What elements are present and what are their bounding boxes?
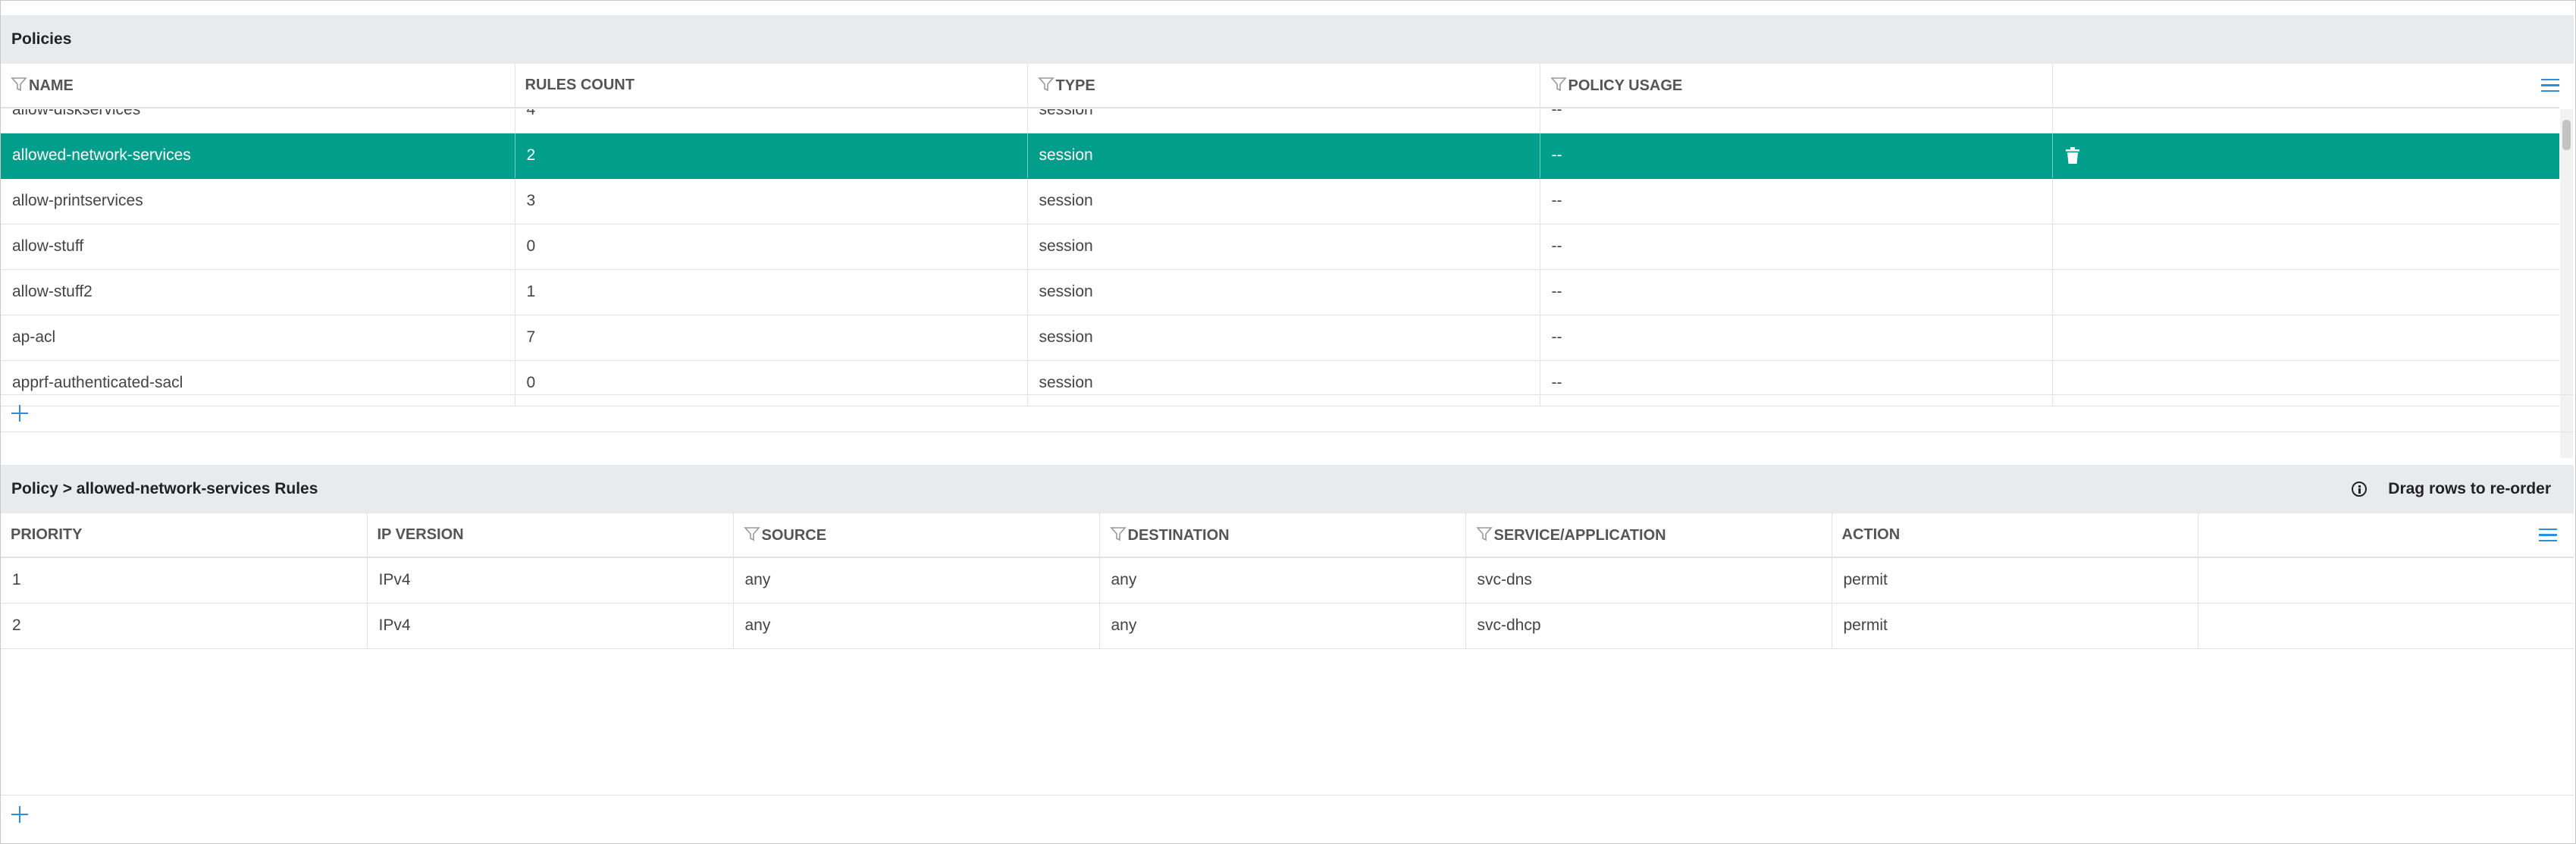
policies-panel-header: Policies bbox=[1, 15, 2574, 64]
row-actions-cell bbox=[2052, 178, 2559, 224]
rules-table-area: PRIORITY IP VERSION SOURCE DESTINATION S… bbox=[1, 513, 2574, 649]
policy-usage-cell: -- bbox=[1540, 224, 2053, 270]
rule-destination-cell: any bbox=[1099, 603, 1466, 649]
policies-table-body: allow-diskservices 4 session -- allowed-netw… bbox=[1, 109, 2559, 406]
filter-icon[interactable] bbox=[1109, 526, 1127, 542]
rules-count-cell: 7 bbox=[515, 315, 1028, 361]
rules-count-cell: 0 bbox=[515, 224, 1028, 270]
policy-type-cell: session bbox=[1027, 315, 1540, 361]
policy-type-cell: session bbox=[1027, 224, 1540, 270]
column-menu-icon[interactable] bbox=[2541, 78, 2559, 93]
column-header-destination[interactable]: DESTINATION bbox=[1099, 513, 1466, 558]
row-actions-cell bbox=[2052, 269, 2559, 315]
policy-row[interactable]: allow-printservices 3 session -- bbox=[1, 178, 2559, 224]
column-header-service-application[interactable]: SERVICE/APPLICATION bbox=[1465, 513, 1832, 558]
column-header-policy-usage[interactable]: POLICY USAGE bbox=[1540, 64, 2053, 108]
column-header-name[interactable]: NAME bbox=[1, 64, 516, 108]
policy-row[interactable]: allow-stuff 0 session -- bbox=[1, 224, 2559, 270]
rule-priority-cell: 2 bbox=[1, 603, 368, 649]
policy-usage-cell: -- bbox=[1540, 269, 2053, 315]
policy-row[interactable]: ap-acl 7 session -- bbox=[1, 315, 2559, 361]
rule-action-cell: permit bbox=[1832, 603, 2198, 649]
plus-icon[interactable] bbox=[11, 405, 28, 422]
reorder-hint-text: Drag rows to re-order bbox=[2388, 480, 2551, 497]
row-actions-cell bbox=[2052, 224, 2559, 270]
row-actions-cell bbox=[2052, 315, 2559, 361]
row-actions-cell bbox=[2052, 133, 2559, 179]
column-header-source[interactable]: SOURCE bbox=[733, 513, 1100, 558]
rule-source-cell: any bbox=[733, 603, 1100, 649]
column-menu-icon[interactable] bbox=[2539, 528, 2557, 542]
rule-action-cell: permit bbox=[1832, 557, 2198, 604]
reorder-hint: Drag rows to re-order bbox=[2352, 480, 2551, 498]
policy-name-cell: allow-printservices bbox=[1, 178, 516, 224]
policy-type-cell: session bbox=[1027, 109, 1540, 133]
rules-count-cell: 1 bbox=[515, 269, 1028, 315]
rules-count-cell: 4 bbox=[515, 109, 1028, 133]
rule-destination-cell: any bbox=[1099, 557, 1466, 604]
column-header-priority[interactable]: PRIORITY bbox=[1, 513, 368, 558]
policy-usage-cell: -- bbox=[1540, 109, 2053, 133]
rule-ip-version-cell: IPv4 bbox=[367, 603, 734, 649]
rule-priority-cell: 1 bbox=[1, 557, 368, 604]
filter-icon[interactable] bbox=[743, 526, 760, 542]
rule-service-cell: svc-dhcp bbox=[1465, 603, 1832, 649]
policy-name-cell: allowed-network-services bbox=[1, 133, 516, 179]
rules-title: Policy > allowed-network-services Rules bbox=[11, 480, 318, 497]
add-rule-row bbox=[1, 795, 2574, 833]
rule-extra-cell bbox=[2198, 603, 2574, 649]
rule-row[interactable]: 2 IPv4 any any svc-dhcp permit bbox=[1, 603, 2574, 649]
policy-name-cell: ap-acl bbox=[1, 315, 516, 361]
rule-row[interactable]: 1 IPv4 any any svc-dns permit bbox=[1, 557, 2574, 604]
rules-table: PRIORITY IP VERSION SOURCE DESTINATION S… bbox=[1, 513, 2574, 649]
policy-type-cell: session bbox=[1027, 178, 1540, 224]
policy-usage-cell: -- bbox=[1540, 315, 2053, 361]
column-header-actions bbox=[2052, 64, 2559, 108]
rules-count-cell: 3 bbox=[515, 178, 1028, 224]
policy-name-cell: allow-stuff2 bbox=[1, 269, 516, 315]
add-policy-row bbox=[1, 394, 2574, 432]
rules-count-cell: 2 bbox=[515, 133, 1028, 179]
info-icon bbox=[2352, 482, 2368, 497]
column-header-action[interactable]: ACTION bbox=[1832, 513, 2198, 558]
filter-icon[interactable] bbox=[1475, 526, 1493, 542]
policy-usage-cell: -- bbox=[1540, 133, 2053, 179]
row-actions-cell bbox=[2052, 109, 2559, 133]
policy-row-selected[interactable]: allowed-network-services 2 session -- bbox=[1, 133, 2559, 179]
policy-row[interactable]: allow-stuff2 1 session -- bbox=[1, 269, 2559, 315]
rule-service-cell: svc-dns bbox=[1465, 557, 1832, 604]
policy-name-cell: allow-stuff bbox=[1, 224, 516, 270]
column-header-type[interactable]: TYPE bbox=[1027, 64, 1540, 108]
policy-type-cell: session bbox=[1027, 269, 1540, 315]
column-header-ip-version[interactable]: IP VERSION bbox=[367, 513, 734, 558]
policies-title: Policies bbox=[11, 30, 72, 48]
policies-table-header: NAME RULES COUNT TYPE POLICY USAGE bbox=[1, 64, 2559, 108]
policy-row[interactable]: allow-diskservices 4 session -- bbox=[1, 109, 2559, 133]
policy-usage-cell: -- bbox=[1540, 178, 2053, 224]
policy-name-cell: allow-diskservices bbox=[1, 109, 516, 133]
rule-ip-version-cell: IPv4 bbox=[367, 557, 734, 604]
column-header-menu bbox=[2198, 513, 2574, 558]
policy-type-cell: session bbox=[1027, 133, 1540, 179]
trash-icon[interactable] bbox=[2064, 146, 2081, 165]
filter-icon[interactable] bbox=[11, 76, 27, 93]
rule-extra-cell bbox=[2198, 557, 2574, 604]
filter-icon[interactable] bbox=[1550, 76, 1567, 93]
plus-icon[interactable] bbox=[11, 805, 28, 823]
rule-source-cell: any bbox=[733, 557, 1100, 604]
rules-panel-header: Policy > allowed-network-services Rules … bbox=[1, 465, 2574, 513]
filter-icon[interactable] bbox=[1037, 76, 1055, 93]
scrollbar-thumb[interactable] bbox=[2562, 120, 2571, 150]
column-header-rules-count[interactable]: RULES COUNT bbox=[515, 64, 1028, 108]
